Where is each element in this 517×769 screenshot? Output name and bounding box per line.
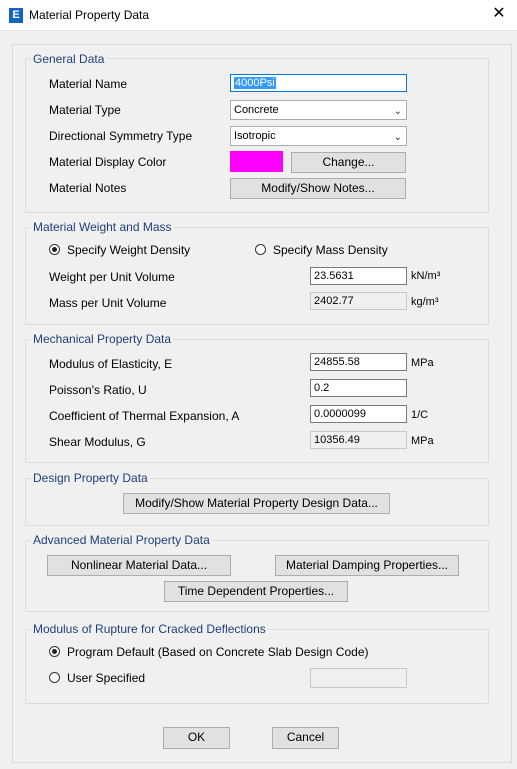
material-name-value: 4000Psi <box>234 77 276 89</box>
modulus-label: Modulus of Elasticity, E <box>49 357 173 371</box>
weight-per-volume-label: Weight per Unit Volume <box>49 270 175 284</box>
chevron-down-icon: ⌄ <box>393 106 402 117</box>
time-dependent-button[interactable]: Time Dependent Properties... <box>164 581 348 602</box>
user-specified-radio[interactable] <box>49 672 60 683</box>
poisson-input[interactable]: 0.2 <box>310 379 407 397</box>
chevron-down-icon: ⌄ <box>393 132 402 143</box>
mass-density-radio[interactable] <box>255 244 266 255</box>
symmetry-type-value: Isotropic <box>234 130 276 142</box>
design-heading: Design Property Data <box>31 471 150 485</box>
symmetry-type-select[interactable]: Isotropic ⌄ <box>230 126 407 146</box>
nonlinear-button[interactable]: Nonlinear Material Data... <box>47 555 231 576</box>
damping-button[interactable]: Material Damping Properties... <box>275 555 459 576</box>
weight-density-label: Specify Weight Density <box>67 243 191 257</box>
material-type-value: Concrete <box>234 104 279 116</box>
design-data-button[interactable]: Modify/Show Material Property Design Dat… <box>123 493 390 514</box>
rupture-heading: Modulus of Rupture for Cracked Deflectio… <box>31 622 268 636</box>
ok-button[interactable]: OK <box>163 727 230 749</box>
mass-per-volume-field: 2402.77 <box>310 292 407 310</box>
weight-per-volume-input[interactable]: 23.5631 <box>310 267 407 285</box>
close-icon[interactable]: ✕ <box>488 3 510 25</box>
program-default-radio[interactable] <box>49 646 60 657</box>
shear-field: 10356.49 <box>310 431 407 449</box>
modulus-unit: MPa <box>411 357 434 369</box>
mechanical-heading: Mechanical Property Data <box>31 332 174 346</box>
window-title: Material Property Data <box>29 8 150 22</box>
weight-mass-heading: Material Weight and Mass <box>31 220 174 234</box>
thermal-input[interactable]: 0.0000099 <box>310 405 407 423</box>
mass-unit: kg/m³ <box>411 296 439 308</box>
modulus-input[interactable]: 24855.58 <box>310 353 407 371</box>
mass-per-volume-label: Mass per Unit Volume <box>49 296 167 310</box>
modify-notes-button[interactable]: Modify/Show Notes... <box>230 178 406 199</box>
mass-density-label: Specify Mass Density <box>273 243 388 257</box>
poisson-label: Poisson's Ratio, U <box>49 383 147 397</box>
shear-label: Shear Modulus, G <box>49 435 146 449</box>
rupture-group <box>25 629 489 704</box>
material-type-label: Material Type <box>49 103 121 117</box>
display-color-label: Material Display Color <box>49 155 167 169</box>
cancel-button[interactable]: Cancel <box>272 727 339 749</box>
material-name-label: Material Name <box>49 77 128 91</box>
thermal-unit: 1/C <box>411 409 429 421</box>
shear-unit: MPa <box>411 435 434 447</box>
display-color-swatch <box>230 151 283 172</box>
program-default-label: Program Default (Based on Concrete Slab … <box>67 645 369 659</box>
general-data-heading: General Data <box>31 52 107 66</box>
change-color-button[interactable]: Change... <box>291 152 406 173</box>
material-type-select[interactable]: Concrete ⌄ <box>230 100 407 120</box>
weight-density-radio[interactable] <box>49 244 60 255</box>
weight-unit: kN/m³ <box>411 270 441 282</box>
thermal-label: Coefficient of Thermal Expansion, A <box>49 409 240 423</box>
material-notes-label: Material Notes <box>49 181 127 195</box>
advanced-heading: Advanced Material Property Data <box>31 533 212 547</box>
user-specified-label: User Specified <box>67 671 146 685</box>
app-icon: E <box>9 8 23 23</box>
symmetry-type-label: Directional Symmetry Type <box>49 129 193 143</box>
user-specified-field <box>310 668 407 688</box>
material-name-input[interactable]: 4000Psi <box>230 74 407 92</box>
